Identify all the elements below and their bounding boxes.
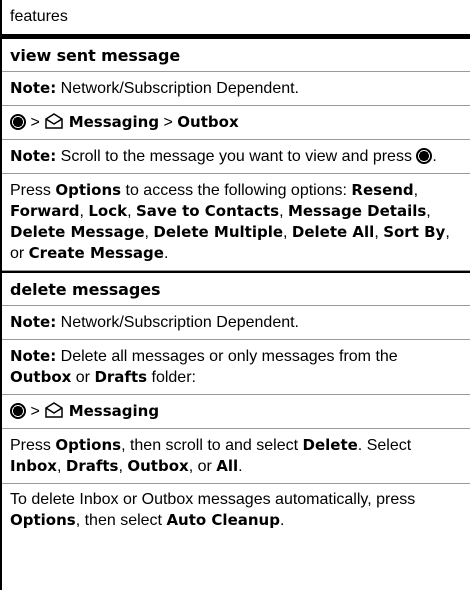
note-scroll-message: Note: Scroll to the message you want to … <box>2 140 470 174</box>
note-text: or <box>71 369 95 386</box>
sep: . <box>163 245 169 262</box>
messaging-icon <box>45 402 63 418</box>
center-key-icon <box>416 148 433 164</box>
sep: , <box>283 224 292 241</box>
options-softkey: Options <box>55 436 122 454</box>
center-key-icon <box>10 403 26 419</box>
section-title-delete-messages: delete messages <box>2 273 470 306</box>
para-text: , then scroll to and select <box>121 437 303 454</box>
option-auto-cleanup: Auto Cleanup <box>166 511 280 529</box>
sep: , <box>426 203 431 220</box>
sep: , <box>374 224 384 241</box>
para-text: , then select <box>75 512 167 529</box>
note-label: Note: <box>10 313 57 331</box>
option-create-message: Create Message <box>28 244 164 262</box>
option-save-to-contacts: Save to Contacts <box>135 202 280 220</box>
feature-table: features view sent message Note: Network… <box>0 0 470 590</box>
option-delete: Delete <box>302 436 358 454</box>
sep: , <box>56 458 66 475</box>
navigation-path: > Messaging > Outbox <box>2 106 470 140</box>
nav-messaging: Messaging <box>68 113 160 131</box>
note-network-dependent-2: Note: Network/Subscription Dependent. <box>2 306 470 340</box>
center-key-icon <box>10 114 26 130</box>
para-text: . Select <box>357 437 412 454</box>
note-delete-scope: Note: Delete all messages or only messag… <box>2 340 470 395</box>
delete-instructions: Press Options, then scroll to and select… <box>2 429 470 484</box>
option-delete-all: Delete All <box>291 223 375 241</box>
option-delete-message: Delete Message <box>10 223 145 241</box>
section-title-view-sent-message: view sent message <box>2 39 470 72</box>
nav-separator: > <box>26 114 45 131</box>
messaging-icon <box>45 113 63 129</box>
folder-outbox: Outbox <box>10 368 72 386</box>
nav-messaging: Messaging <box>68 402 160 420</box>
note-text: Network/Subscription Dependent. <box>56 314 299 331</box>
note-text: Network/Subscription Dependent. <box>56 80 299 97</box>
navigation-path-2: > Messaging <box>2 395 470 429</box>
options-softkey: Options <box>55 181 122 199</box>
sep: , <box>413 182 419 199</box>
option-lock: Lock <box>88 202 128 220</box>
option-outbox: Outbox <box>127 457 189 475</box>
option-drafts: Drafts <box>65 457 119 475</box>
table-header: features <box>2 0 470 39</box>
para-text: Press <box>10 182 56 199</box>
option-message-details: Message Details <box>287 202 427 220</box>
sep: . <box>279 512 285 529</box>
option-inbox: Inbox <box>10 457 57 475</box>
auto-cleanup-instructions: To delete Inbox or Outbox messages autom… <box>2 484 470 537</box>
sep: , <box>127 203 136 220</box>
para-text: Press <box>10 437 56 454</box>
note-text: Delete all messages or only messages fro… <box>56 348 398 365</box>
nav-separator: > <box>159 114 178 131</box>
options-softkey: Options <box>10 511 76 529</box>
option-all: All <box>216 457 239 475</box>
option-forward: Forward <box>10 202 80 220</box>
note-text: folder: <box>147 369 196 386</box>
note-text: Scroll to the message you want to view a… <box>56 148 417 165</box>
note-network-dependent: Note: Network/Subscription Dependent. <box>2 72 470 106</box>
option-resend: Resend <box>351 181 414 199</box>
table-header-title: features <box>10 8 68 25</box>
note-label: Note: <box>10 79 57 97</box>
para-text: to access the following options: <box>121 182 352 199</box>
nav-outbox: Outbox <box>177 113 239 131</box>
note-label: Note: <box>10 147 57 165</box>
sep: , or <box>188 458 217 475</box>
nav-separator: > <box>26 403 45 420</box>
para-text: To delete Inbox or Outbox messages autom… <box>10 491 416 508</box>
option-delete-multiple: Delete Multiple <box>153 223 284 241</box>
note-label: Note: <box>10 347 57 365</box>
folder-drafts: Drafts <box>94 368 148 386</box>
options-paragraph: Press Options to access the following op… <box>2 174 470 271</box>
option-sort-by: Sort By <box>383 223 446 241</box>
sep: , <box>279 203 288 220</box>
sep: . <box>238 458 243 475</box>
